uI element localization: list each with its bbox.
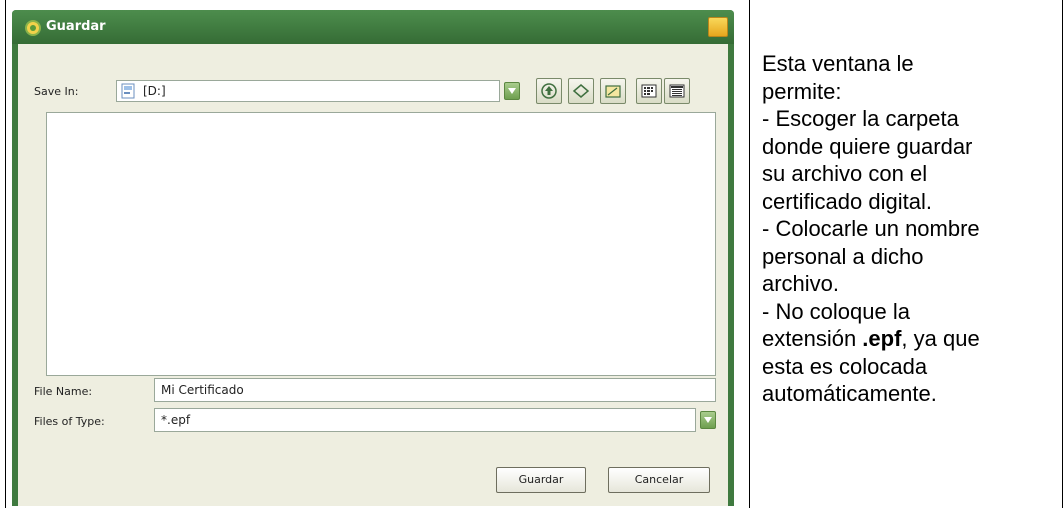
list-view-button[interactable] xyxy=(636,78,662,104)
instruction-line: Esta ventana le xyxy=(762,51,914,76)
up-folder-button[interactable] xyxy=(536,78,562,104)
new-folder-icon xyxy=(605,85,621,98)
up-folder-icon xyxy=(541,83,557,99)
details-view-icon xyxy=(669,84,685,98)
extension-post: , ya que xyxy=(901,326,980,351)
details-view-button[interactable] xyxy=(664,78,690,104)
save-in-combo[interactable]: [D:] xyxy=(116,80,500,102)
title-bar[interactable]: Guardar xyxy=(12,10,734,44)
extension-bold: .epf xyxy=(862,326,902,351)
instruction-line: personal a dicho xyxy=(762,243,924,269)
instruction-line: archivo. xyxy=(762,271,840,296)
dialog-title: Guardar xyxy=(46,19,106,34)
list-view-icon xyxy=(641,84,657,98)
save-dialog: Guardar Save In: [D:] File Name: Mi Cert… xyxy=(12,10,734,506)
instruction-line-extension: extensión .epf, ya que xyxy=(762,325,1062,353)
extension-pre: extensión xyxy=(762,326,863,351)
file-name-label: File Name: xyxy=(34,385,93,398)
instruction-line: su archivo con el xyxy=(762,161,928,186)
close-button[interactable] xyxy=(708,17,728,37)
home-icon xyxy=(572,84,590,98)
instruction-line: esta es colocada xyxy=(762,353,928,379)
dialog-body: Save In: [D:] File Name: Mi Certificado … xyxy=(18,44,728,506)
instruction-line: - Escoger la carpeta xyxy=(762,106,959,131)
instruction-line: certificado digital. xyxy=(762,188,932,214)
cancel-button[interactable]: Cancelar xyxy=(608,467,710,493)
instruction-line: automáticamente. xyxy=(762,381,937,406)
files-of-type-combo[interactable]: *.epf xyxy=(154,408,696,432)
file-name-value: Mi Certificado xyxy=(161,383,244,397)
files-of-type-dropdown-arrow[interactable] xyxy=(700,411,716,429)
app-gear-icon xyxy=(25,20,41,36)
save-in-dropdown-arrow[interactable] xyxy=(504,82,520,100)
home-button[interactable] xyxy=(568,78,594,104)
instruction-line: - Colocarle un nombre xyxy=(762,216,980,241)
file-name-field[interactable]: Mi Certificado xyxy=(154,378,716,402)
files-of-type-label: Files of Type: xyxy=(34,415,105,428)
table-divider xyxy=(749,0,750,508)
new-folder-button[interactable] xyxy=(600,78,626,104)
instruction-line: donde quiere guardar xyxy=(762,133,973,159)
save-in-value: [D:] xyxy=(143,84,166,98)
save-button[interactable]: Guardar xyxy=(496,467,586,493)
drive-icon xyxy=(121,83,135,99)
files-of-type-value: *.epf xyxy=(161,413,191,427)
instruction-line: - No coloque la xyxy=(762,298,910,324)
save-in-label: Save In: xyxy=(34,85,79,98)
instructions-text: Esta ventana le permite: - Escoger la ca… xyxy=(762,50,1062,408)
instruction-line: permite: xyxy=(762,78,842,104)
file-list-pane[interactable] xyxy=(46,112,716,376)
